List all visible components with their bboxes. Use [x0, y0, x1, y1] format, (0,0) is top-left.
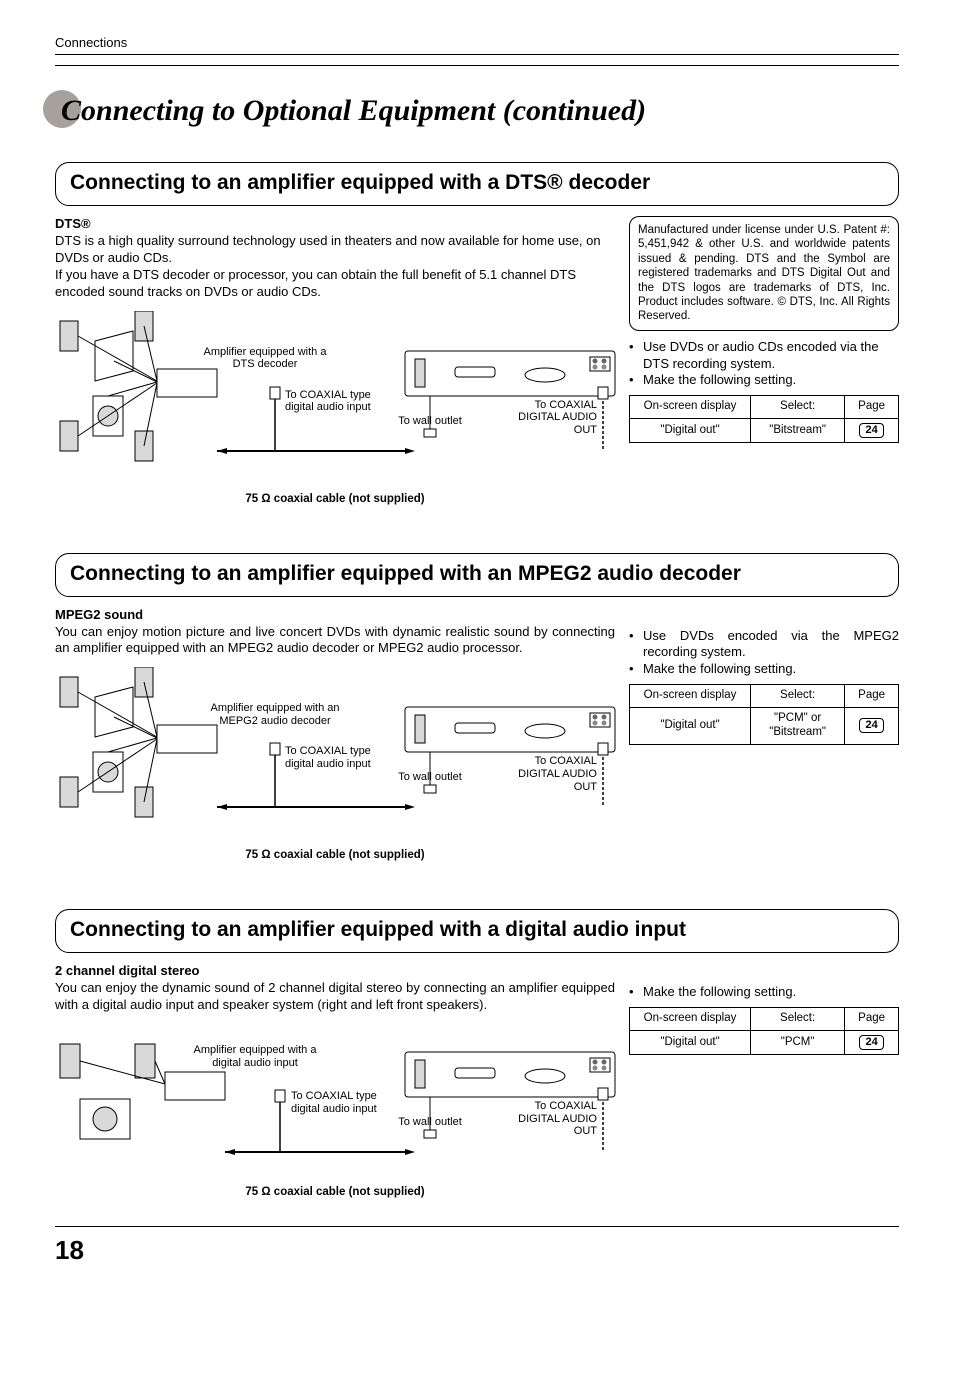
section-3-subhead: 2 channel digital stereo	[55, 963, 899, 978]
diagram-out-label: To COAXIAL DIGITAL AUDIO OUT	[507, 399, 597, 437]
diagram-out-label: To COAXIAL DIGITAL AUDIO OUT	[507, 1100, 597, 1138]
settings-table-1: On-screen display Select: Page "Digital …	[629, 395, 899, 443]
page-number: 18	[55, 1226, 899, 1266]
section-2-subhead: MPEG2 sound	[55, 607, 899, 622]
section-3-bullets: •Make the following setting.	[629, 984, 899, 1001]
section-2-diagram: Amplifier equipped with an MEPG2 audio d…	[55, 667, 615, 847]
section-1-bullets: •Use DVDs or audio CDs encoded via the D…	[629, 339, 899, 390]
section-label: Connections	[55, 35, 899, 50]
table-cell: "PCM" or "Bitstream"	[751, 708, 845, 745]
settings-table-2: On-screen display Select: Page "Digital …	[629, 684, 899, 744]
table-header: On-screen display	[630, 396, 751, 419]
diagram-wall-label: To wall outlet	[395, 771, 465, 784]
page-ref-box: 24	[859, 423, 883, 438]
section-2-title: Connecting to an amplifier equipped with…	[70, 562, 884, 586]
table-header: Page	[845, 685, 899, 708]
diagram-wall-label: To wall outlet	[395, 415, 465, 428]
section-3-diagram: Amplifier equipped with a digital audio …	[55, 1024, 615, 1184]
table-cell: "Digital out"	[630, 708, 751, 745]
bullet-text: Make the following setting.	[643, 984, 796, 1001]
legal-box: Manufactured under license under U.S. Pa…	[629, 216, 899, 331]
section-2-bullets: •Use DVDs encoded via the MPEG2 recordin…	[629, 628, 899, 679]
table-cell: "Bitstream"	[751, 419, 845, 443]
diagram-cable-caption: 75 Ω coaxial cable (not supplied)	[55, 1186, 615, 1198]
bullet-text: Use DVDs encoded via the MPEG2 recording…	[643, 628, 899, 662]
table-cell-page: 24	[845, 1031, 899, 1055]
diagram-amp-label: Amplifier equipped with a digital audio …	[180, 1044, 330, 1069]
table-header: Page	[845, 396, 899, 419]
section-1-body: DTS is a high quality surround technolog…	[55, 233, 615, 301]
diagram-amp-label: Amplifier equipped with an MEPG2 audio d…	[195, 702, 355, 727]
bullet-text: Use DVDs or audio CDs encoded via the DT…	[643, 339, 899, 373]
bullet-text: Make the following setting.	[643, 372, 796, 389]
bullet-text: Make the following setting.	[643, 661, 796, 678]
table-header: Select:	[751, 685, 845, 708]
section-3-title: Connecting to an amplifier equipped with…	[70, 918, 884, 942]
page-ref-box: 24	[859, 1035, 883, 1050]
table-cell: "Digital out"	[630, 1031, 751, 1055]
header-divider	[55, 54, 899, 66]
table-header: On-screen display	[630, 1008, 751, 1031]
section-heading-box: Connecting to an amplifier equipped with…	[55, 553, 899, 597]
section-1-subhead: DTS®	[55, 216, 615, 231]
table-cell-page: 24	[845, 708, 899, 745]
table-header: Select:	[751, 396, 845, 419]
diagram-wall-label: To wall outlet	[395, 1116, 465, 1129]
table-cell-page: 24	[845, 419, 899, 443]
diagram-input-label: To COAXIAL type digital audio input	[291, 1090, 381, 1115]
diagram-input-label: To COAXIAL type digital audio input	[285, 745, 375, 770]
table-header: Page	[845, 1008, 899, 1031]
section-2-body: You can enjoy motion picture and live co…	[55, 624, 615, 658]
diagram-out-label: To COAXIAL DIGITAL AUDIO OUT	[507, 755, 597, 793]
section-1-title: Connecting to an amplifier equipped with…	[70, 171, 884, 195]
page-title-row: Connecting to Optional Equipment (contin…	[55, 94, 899, 128]
section-1-diagram: Amplifier equipped with a DTS decoder To…	[55, 311, 615, 491]
table-header: On-screen display	[630, 685, 751, 708]
table-cell: "PCM"	[751, 1031, 845, 1055]
table-header: Select:	[751, 1008, 845, 1031]
diagram-cable-caption: 75 Ω coaxial cable (not supplied)	[55, 849, 615, 861]
diagram-cable-caption: 75 Ω coaxial cable (not supplied)	[55, 493, 615, 505]
section-heading-box: Connecting to an amplifier equipped with…	[55, 909, 899, 953]
settings-table-3: On-screen display Select: Page "Digital …	[629, 1007, 899, 1055]
diagram-input-label: To COAXIAL type digital audio input	[285, 389, 375, 414]
diagram-amp-label: Amplifier equipped with a DTS decoder	[195, 346, 335, 371]
section-3-body: You can enjoy the dynamic sound of 2 cha…	[55, 980, 615, 1014]
section-heading-box: Connecting to an amplifier equipped with…	[55, 162, 899, 206]
table-cell: "Digital out"	[630, 419, 751, 443]
page-title: Connecting to Optional Equipment (contin…	[55, 94, 899, 128]
page-ref-box: 24	[859, 718, 883, 733]
